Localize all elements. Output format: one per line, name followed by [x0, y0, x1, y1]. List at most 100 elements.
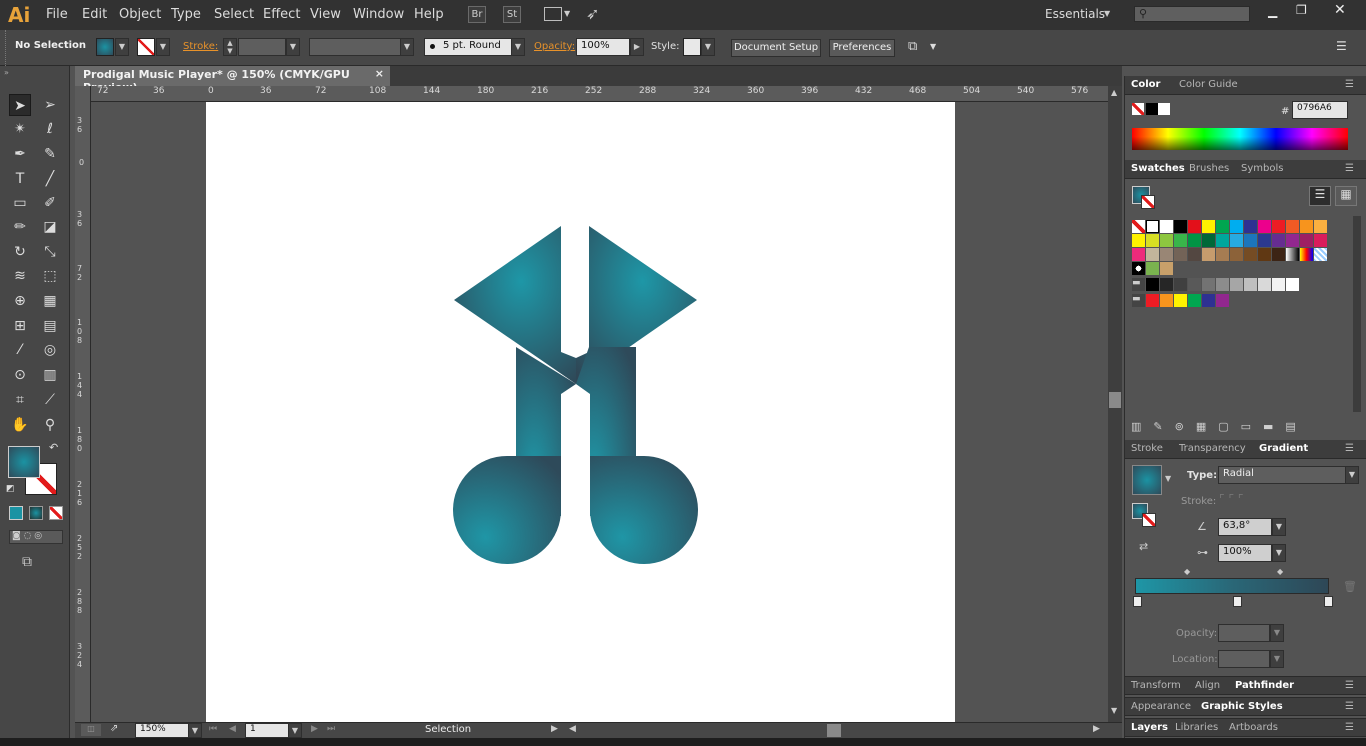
- eraser-tool-icon[interactable]: ◪: [39, 216, 61, 238]
- free-transform-tool-icon[interactable]: ⬚: [39, 265, 61, 287]
- vertical-ruler[interactable]: 3 6 0 3 6 7 2 1 0 8 1 4 4 1 8 0 2 1 6 2 …: [75, 86, 91, 722]
- swatch-toolbar-icons[interactable]: ▥✎⊚▦▢▭▬▤: [1131, 420, 1308, 433]
- gradient-stop-left[interactable]: [1133, 596, 1142, 607]
- column-graph-tool-icon[interactable]: ▥: [39, 364, 61, 386]
- hscroll-left-arrow[interactable]: ◀: [569, 724, 576, 734]
- artboard[interactable]: [206, 102, 955, 722]
- aspect-ratio-dropdown[interactable]: ▼: [1272, 544, 1286, 562]
- grid-view-icon[interactable]: ▦: [1335, 186, 1357, 206]
- previous-artboard-button[interactable]: ◀: [229, 724, 236, 734]
- panel-menu-icon[interactable]: ☰: [1345, 443, 1354, 454]
- cc-libraries-icon[interactable]: ◫: [81, 724, 101, 736]
- tab-libraries[interactable]: Libraries: [1175, 722, 1218, 733]
- arrange-icon[interactable]: ⧉: [908, 39, 917, 54]
- menu-select[interactable]: Select: [214, 7, 254, 22]
- variable-width-profile[interactable]: [309, 38, 401, 56]
- hscroll-thumb[interactable]: [827, 724, 841, 737]
- gradient-stop-right[interactable]: [1324, 596, 1333, 607]
- shape-builder-tool-icon[interactable]: ⊕: [9, 290, 31, 312]
- symbol-sprayer-tool-icon[interactable]: ⊙: [9, 364, 31, 386]
- search-input[interactable]: ⚲: [1134, 6, 1250, 22]
- document-setup-button[interactable]: Document Setup: [731, 39, 821, 57]
- vertical-scrollbar[interactable]: ▲ ▼: [1108, 86, 1122, 722]
- lasso-tool-icon[interactable]: ℓ: [39, 118, 61, 140]
- perspective-grid-tool-icon[interactable]: ▦: [39, 290, 61, 312]
- menu-window[interactable]: Window: [353, 7, 404, 22]
- panel-menu-icon[interactable]: ☰: [1345, 701, 1354, 712]
- tab-appearance[interactable]: Appearance: [1131, 701, 1191, 712]
- swatch-stroke-preview[interactable]: [1141, 195, 1155, 209]
- screen-mode-icon[interactable]: ⧉: [22, 554, 32, 570]
- tab-layers[interactable]: Layers: [1131, 722, 1168, 733]
- hex-input[interactable]: 0796A6: [1292, 101, 1348, 119]
- chevron-down-icon[interactable]: ▼: [1104, 9, 1110, 18]
- scale-tool-icon[interactable]: ⤡: [39, 241, 61, 263]
- minimize-button[interactable]: ▁: [1268, 4, 1277, 18]
- selection-tool-icon[interactable]: ➤: [9, 94, 31, 116]
- zoom-dropdown[interactable]: ▼: [188, 723, 202, 738]
- horizontal-ruler[interactable]: 72 36 0 36 72 108 144 180 216 252 288 32…: [75, 86, 1122, 102]
- artboard-number-input[interactable]: 1: [245, 723, 289, 738]
- chevron-down-icon[interactable]: ▼: [930, 42, 936, 51]
- last-artboard-button[interactable]: ⏭: [327, 724, 335, 734]
- angle-input[interactable]: 63,8°: [1218, 518, 1272, 536]
- opacity-label[interactable]: Opacity:: [534, 41, 575, 52]
- stop-opacity-dropdown[interactable]: ▼: [1270, 624, 1284, 642]
- menu-effect[interactable]: Effect: [263, 7, 300, 22]
- tab-transparency[interactable]: Transparency: [1179, 443, 1246, 454]
- menu-type[interactable]: Type: [171, 7, 201, 22]
- stroke-swatch[interactable]: [137, 38, 155, 56]
- mesh-tool-icon[interactable]: ⊞: [9, 315, 31, 337]
- tab-symbols[interactable]: Symbols: [1241, 163, 1283, 174]
- midpoint-diamond-icon[interactable]: ◆: [1277, 567, 1283, 576]
- color-mode-button[interactable]: [9, 506, 23, 520]
- none-color-icon[interactable]: [1132, 103, 1144, 115]
- swap-fill-stroke-icon[interactable]: ↶: [49, 441, 58, 454]
- color-spectrum[interactable]: [1132, 128, 1348, 150]
- slice-tool-icon[interactable]: ⟋: [39, 389, 61, 411]
- gradient-type-select[interactable]: Radial: [1218, 466, 1346, 484]
- scroll-thumb[interactable]: [1109, 392, 1121, 408]
- next-artboard-button[interactable]: ▶: [311, 724, 318, 734]
- delete-stop-icon[interactable]: 🗑: [1343, 580, 1357, 593]
- tab-gradient[interactable]: Gradient: [1259, 443, 1308, 454]
- scroll-up-arrow[interactable]: ▲: [1111, 88, 1117, 97]
- list-view-icon[interactable]: ☰: [1309, 186, 1331, 206]
- menu-file[interactable]: File: [46, 7, 68, 22]
- gradient-stroke-box[interactable]: [1142, 513, 1156, 527]
- tab-transform[interactable]: Transform: [1131, 680, 1181, 691]
- stroke-weight-dropdown[interactable]: ▼: [286, 38, 300, 56]
- stroke-dropdown[interactable]: ▼: [156, 38, 170, 56]
- bridge-button[interactable]: Br: [468, 6, 486, 23]
- zoom-input[interactable]: 150%: [135, 723, 189, 738]
- music-note-logo[interactable]: [206, 102, 955, 722]
- brush-dropdown[interactable]: ▼: [511, 38, 525, 56]
- tab-brushes[interactable]: Brushes: [1189, 163, 1229, 174]
- artboard-tool-icon[interactable]: ⌗: [9, 389, 31, 411]
- midpoint-diamond-icon[interactable]: ◆: [1184, 567, 1190, 576]
- menu-edit[interactable]: Edit: [82, 7, 107, 22]
- hscroll-right-arrow[interactable]: ▶: [1093, 724, 1100, 734]
- collapse-icon[interactable]: »: [4, 68, 9, 77]
- grip-handle[interactable]: [0, 30, 6, 66]
- default-fill-stroke-icon[interactable]: ◩: [6, 484, 15, 494]
- tab-stroke[interactable]: Stroke: [1131, 443, 1163, 454]
- hand-tool-icon[interactable]: ✋: [9, 414, 31, 436]
- document-tab[interactable]: Prodigal Music Player* @ 150% (CMYK/GPU …: [75, 66, 390, 94]
- rectangle-tool-icon[interactable]: ▭: [9, 192, 31, 214]
- drawing-modes-icon[interactable]: ◙ ◌ ◎: [9, 530, 63, 544]
- none-mode-button[interactable]: [49, 506, 63, 520]
- rotate-tool-icon[interactable]: ↻: [9, 241, 31, 263]
- blend-tool-icon[interactable]: ◎: [39, 339, 61, 361]
- stroke-weight-input[interactable]: [238, 38, 286, 56]
- fill-color-box-front[interactable]: [8, 446, 40, 478]
- panel-menu-icon[interactable]: ☰: [1345, 163, 1354, 174]
- status-menu-arrow[interactable]: ▶: [551, 724, 558, 734]
- control-panel-menu-icon[interactable]: ☰: [1336, 39, 1347, 53]
- curvature-tool-icon[interactable]: ✎: [39, 143, 61, 165]
- swatch-scrollbar[interactable]: [1353, 216, 1361, 412]
- preferences-button[interactable]: Preferences: [829, 39, 895, 57]
- magic-wand-tool-icon[interactable]: ✴: [9, 118, 31, 140]
- swatch-grid[interactable]: ▬ ▬: [1132, 220, 1342, 320]
- warp-tool-icon[interactable]: ≋: [9, 265, 31, 287]
